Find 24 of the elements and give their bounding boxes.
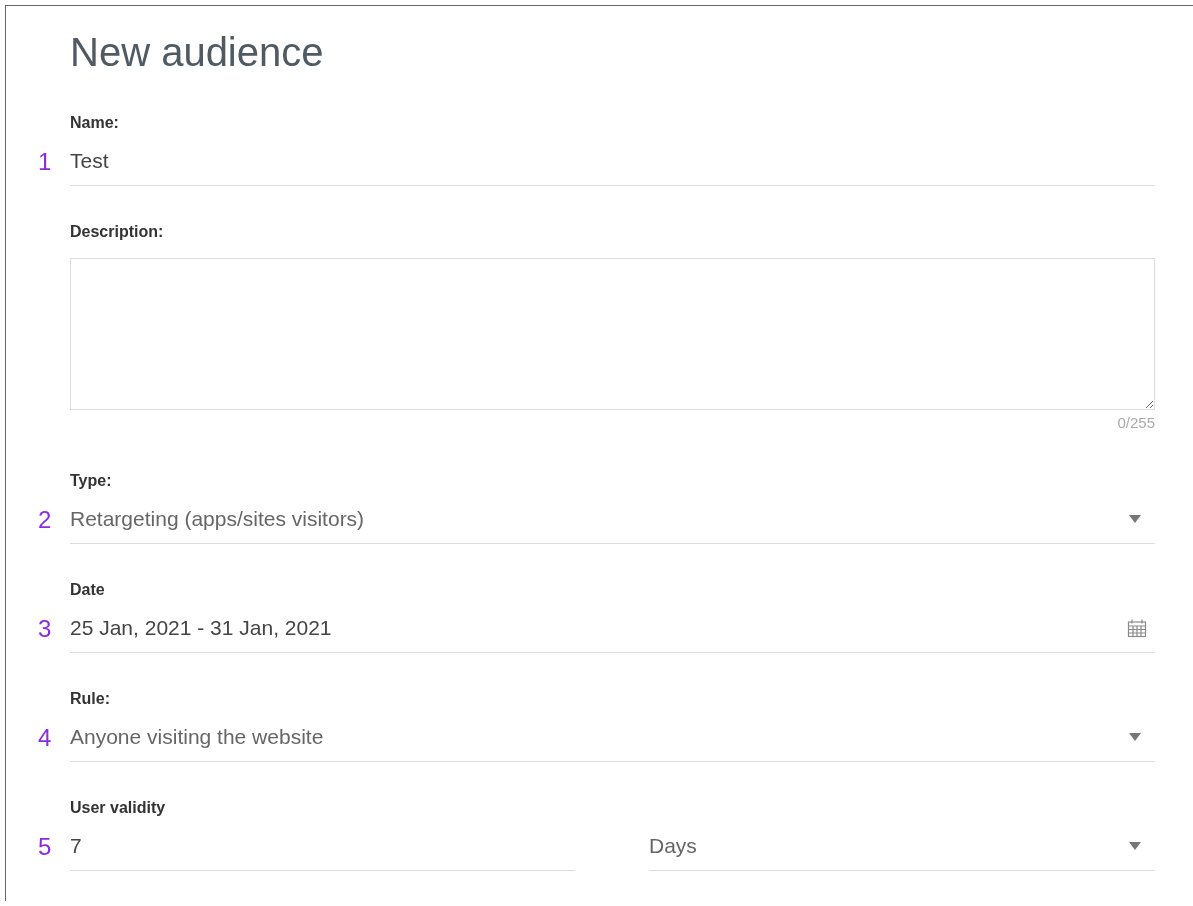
field-label: Name: [70, 113, 119, 133]
dropdown[interactable]: Retargeting (apps/sites visitors) [70, 501, 1155, 544]
field-label: Type: [70, 471, 112, 491]
number-field[interactable]: 7 [70, 828, 575, 871]
field-label: User validity [70, 798, 166, 818]
field-label: Description: [70, 222, 164, 242]
caret-icon [1129, 515, 1141, 523]
step-number: 4 [38, 724, 52, 752]
step-number: 2 [38, 506, 52, 534]
step-number: 3 [38, 615, 52, 643]
dropdown[interactable]: Anyone visiting the website [70, 719, 1155, 762]
field-label: Date [70, 580, 105, 600]
step-number: 5 [38, 833, 52, 861]
caret-icon [1129, 733, 1141, 741]
character-counter: 0/255 [1117, 414, 1155, 431]
page-title: New audience [70, 29, 324, 76]
name-field[interactable]: Test [70, 143, 1155, 186]
step-number: 1 [38, 148, 52, 176]
calendar-icon[interactable] [1127, 618, 1147, 638]
description-field[interactable] [70, 258, 1155, 410]
unit-dropdown[interactable]: Days [649, 828, 1155, 871]
caret-icon [1129, 842, 1141, 850]
field-label: Rule: [70, 689, 110, 709]
date-field[interactable]: 25 Jan, 2021 - 31 Jan, 2021 [70, 610, 1155, 653]
